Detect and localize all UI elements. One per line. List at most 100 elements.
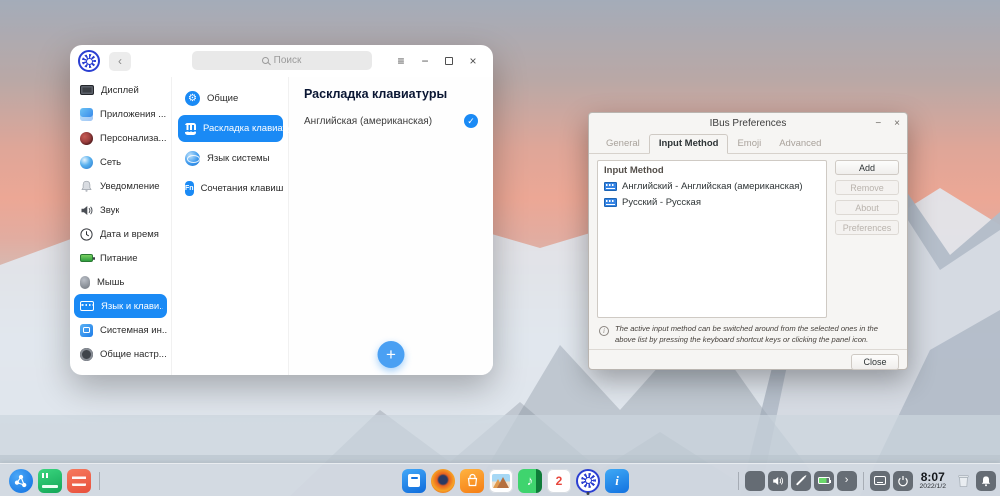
settings-sidebar: Дисплей Приложения ... Персонализа... Се… [70,77,172,375]
control-center-logo-icon [78,50,100,72]
panel-item-system-language[interactable]: Язык системы [178,145,283,172]
calendar-icon[interactable]: 2 [547,468,571,493]
music-icon[interactable]: ♪ [518,468,542,493]
sidebar-item-sound[interactable]: Звук [70,198,171,222]
input-method-list[interactable]: Input Method Английский - Английская (ам… [597,160,827,318]
remove-button[interactable]: Remove [835,180,899,195]
sidebar-item-personalization[interactable]: Персонализа... [70,126,171,150]
volume-icon[interactable] [767,470,788,491]
keyboard-mini-icon [604,198,617,207]
tray-separator [737,471,739,490]
file-manager-icon[interactable] [402,468,426,493]
terminal-icon[interactable] [38,468,62,493]
sidebar-item-applications[interactable]: Приложения ... [70,102,171,126]
layout-row-english-us[interactable]: Английская (американская) ✓ [304,114,478,128]
tab-advanced[interactable]: Advanced [770,135,830,153]
mouse-icon [80,275,90,289]
sidebar-item-display[interactable]: Дисплей [70,78,171,102]
trash-icon[interactable] [953,470,973,492]
tab-emoji[interactable]: Emoji [728,135,770,153]
sidebar-item-notification[interactable]: Уведомление [70,174,171,198]
help-info-icon[interactable]: i [605,468,629,493]
add-layout-button[interactable]: + [377,341,405,368]
list-item-russian[interactable]: Русский - Русская [604,197,820,208]
photos-icon[interactable] [489,468,513,493]
personalization-icon [80,131,93,145]
general-settings-icon [80,347,93,361]
chevron-right-icon: › [844,474,849,486]
sidebar-item-datetime[interactable]: Дата и время [70,222,171,246]
clock-time: 8:07 [920,469,945,484]
tray-separator [862,471,864,490]
display-icon [80,85,94,95]
launcher-icon[interactable] [9,468,33,493]
clock-icon [80,227,93,241]
ibus-button-column: Add Remove About Preferences [835,160,899,318]
keyboard-layout-page: Раскладка клавиатуры Английская (америка… [289,77,493,375]
selected-check-icon: ✓ [464,114,478,128]
sidebar-item-keyboard-language[interactable]: Язык и клави... [74,294,167,318]
power-icon[interactable] [892,470,913,491]
sidebar-item-system-info[interactable]: Системная ин... [70,318,171,342]
panel-item-shortcuts[interactable]: Fn Сочетания клавиш [178,175,283,202]
app-store-icon[interactable] [460,468,484,493]
globe-icon [185,151,200,166]
fn-icon: Fn [185,181,194,196]
system-info-icon [80,323,93,337]
close-button[interactable]: × [461,49,485,73]
settings-subpanel: ⚙ Общие Раскладка клавиатуры Язык систем… [172,77,304,375]
firefox-icon[interactable] [431,468,455,493]
preferences-button[interactable]: Preferences [835,220,899,235]
sidebar-item-mouse[interactable]: Мышь [70,270,171,294]
ibus-info-note: i The active input method can be switche… [589,318,907,349]
tab-input-method[interactable]: Input Method [648,134,729,154]
clock-widget[interactable]: 8:07 2022/1/2 [916,471,950,491]
ibus-titlebar[interactable]: IBus Preferences − × [589,113,907,134]
back-button[interactable]: ‹ [109,51,131,71]
panel-item-general[interactable]: ⚙ Общие [178,85,283,112]
add-button[interactable]: Add [835,160,899,175]
sidebar-item-power[interactable]: Питание [70,246,171,270]
sidebar-item-network[interactable]: Сеть [70,150,171,174]
input-method-list-header: Input Method [604,165,664,176]
menu-button[interactable]: ≡ [389,49,413,73]
keyboard-icon [80,301,94,311]
keyboard-layout-icon [185,122,196,135]
applications-icon [80,107,93,121]
panel-item-keyboard-layout[interactable]: Раскладка клавиатуры [178,115,304,142]
list-item-english[interactable]: Английский - Английская (американская) [604,181,820,192]
taskbar: ♪ 2 i › 8:07 2022/1/2 [0,463,1000,496]
ibus-close-button[interactable]: × [894,118,900,129]
keyboard-mini-icon [604,182,617,191]
search-placeholder: Поиск [273,55,302,66]
onscreen-keyboard-icon[interactable] [869,470,890,491]
minimize-button[interactable]: − [413,49,437,73]
maximize-button[interactable] [437,49,461,73]
ibus-window-title: IBus Preferences [709,118,787,129]
control-center-dock-icon[interactable] [576,468,600,495]
about-button[interactable]: About [835,200,899,215]
search-icon [261,57,269,64]
battery-tray-icon[interactable] [813,470,834,491]
control-center-titlebar[interactable]: ‹ Поиск ≡ − × [70,45,493,77]
ibus-tab-bar: General Input Method Emoji Advanced [589,134,907,154]
network-icon [80,155,93,169]
sidebar-item-general-settings[interactable]: Общие настр... [70,342,171,366]
pen-tablet-icon[interactable] [790,470,811,491]
tab-general[interactable]: General [597,135,649,153]
notification-bell-icon [80,180,93,193]
close-icon: × [469,54,477,68]
maximize-icon [445,57,453,65]
search-input[interactable]: Поиск [191,51,372,70]
battery-icon [80,254,95,262]
multitasking-icon[interactable] [67,468,91,493]
page-title: Раскладка клавиатуры [304,87,448,101]
minimize-icon: − [421,54,429,68]
notification-center-icon[interactable] [976,470,996,491]
tray-expand-button[interactable]: › [836,470,857,491]
ibus-close-dialog-button[interactable]: Close [851,354,899,371]
ibus-minimize-button[interactable]: − [875,118,881,129]
input-method-tray-icon[interactable] [744,470,765,491]
gear-icon: ⚙ [185,91,200,106]
running-indicator [586,491,590,495]
